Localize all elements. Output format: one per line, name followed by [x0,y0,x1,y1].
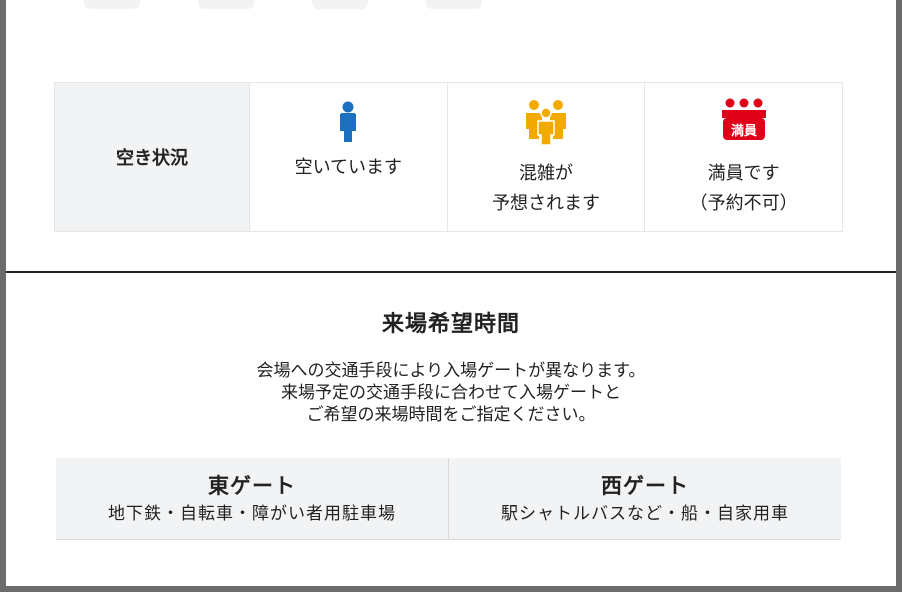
gate-name: 東ゲート [208,473,296,498]
section-description: 会場への交通手段により入場ゲートが異なります。 来場予定の交通手段に合わせて入場… [6,360,896,426]
full-crowd-icon: 満員 [720,97,768,147]
description-line: 来場予定の交通手段に合わせて入場ゲートと [281,383,621,403]
legend-item-label: 満員です （予約不可） [689,163,798,214]
description-line: ご希望の来場時間をご指定ください。 [306,405,596,425]
description-line: 会場への交通手段により入場ゲートが異なります。 [256,361,646,381]
crowd-icon [523,97,569,147]
full-badge-text: 満員 [731,123,757,139]
gate-tab-west[interactable]: 西ゲート 駅シャトルバスなど・船・自家用車 [448,458,841,539]
gate-description: 地下鉄・自転車・障がい者用駐車場 [108,503,396,524]
gate-tabs: 東ゲート 地下鉄・自転車・障がい者用駐車場 西ゲート 駅シャトルバスなど・船・自… [56,458,841,540]
tab-placeholder[interactable] [426,0,482,9]
gate-description: 駅シャトルバスなど・船・自家用車 [501,503,789,524]
gate-tab-east[interactable]: 東ゲート 地下鉄・自転車・障がい者用駐車場 [56,458,448,539]
section-divider [6,271,896,273]
legend-item-crowded: 混雑が 予想されます [448,83,646,231]
gate-name: 西ゲート [601,473,689,498]
legend-item-full: 満員 満員です （予約不可） [645,83,842,231]
tab-placeholder[interactable] [312,0,368,9]
legend-item-available: 空いています [250,83,448,231]
availability-legend: 空き状況 空いています 混雑が 予想されます 満員 満員です （予約不可） [54,82,843,232]
tab-placeholder[interactable] [84,0,140,9]
section-title: 来場希望時間 [381,312,520,337]
tab-placeholder[interactable] [198,0,254,9]
legend-label: 空き状況 [55,83,250,231]
legend-item-label: 混雑が 予想されます [492,163,600,214]
legend-item-label: 空いています [294,157,403,178]
page-frame: 空き状況 空いています 混雑が 予想されます 満員 満員です （予約不可） 来場… [6,0,896,586]
top-tabs [84,0,482,9]
person-icon [337,97,359,147]
